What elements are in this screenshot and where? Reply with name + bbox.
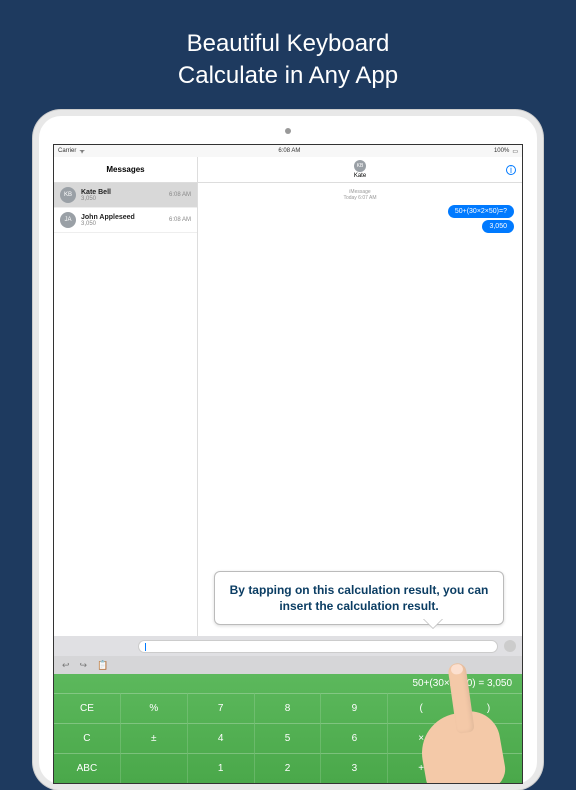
wifi-icon: ᯤ [79,147,84,155]
conversation-item[interactable]: JA John Appleseed3,050 6:08 AM [54,208,197,233]
chat-pane: KB Kate i iMessage Today 6:07 AM 50+(30×… [198,157,522,636]
calc-key-2[interactable]: 2 [255,753,322,783]
avatar: JA [60,212,76,228]
chat-header-name: Kate [354,173,366,179]
chat-body[interactable]: iMessage Today 6:07 AM 50+(30×2×50)=? 3,0… [198,183,522,636]
info-icon[interactable]: i [506,165,516,175]
conv-time: 6:08 AM [169,192,191,198]
promo-line1: Beautiful Keyboard [0,28,576,60]
calc-key-6[interactable]: 6 [321,723,388,753]
conv-preview: 3,050 [81,196,164,202]
calc-key-3[interactable]: 3 [321,753,388,783]
conv-preview: 3,050 [81,221,164,227]
battery-pct: 100% [494,148,509,154]
message-bubble[interactable]: 50+(30×2×50)=? [448,205,514,218]
tooltip-callout: By tapping on this calculation result, y… [214,571,504,625]
clock: 6:08 AM [278,148,300,154]
conversation-item[interactable]: KB Kate Bell3,050 6:08 AM [54,183,197,208]
message-bubble[interactable]: 3,050 [482,220,514,233]
camera-dot [285,128,291,134]
mic-icon[interactable] [504,640,516,652]
clipboard-icon[interactable]: 📋 [97,660,108,671]
screen: Carrier ᯤ 6:08 AM 100% ▭ Messages KBKate… [53,144,523,784]
conversations-sidebar: Messages KBKate Bell3,0506:08 AMJAJohn A… [54,157,198,636]
calc-key-CE[interactable]: CE [54,693,121,723]
calc-key-1[interactable]: 1 [188,753,255,783]
chat-header-avatar[interactable]: KB [354,160,366,172]
avatar: KB [60,187,76,203]
calc-key-8[interactable]: 8 [255,693,322,723]
calc-key-±[interactable]: ± [121,723,188,753]
ipad-bezel: Carrier ᯤ 6:08 AM 100% ▭ Messages KBKate… [39,116,537,784]
calc-key-5[interactable]: 5 [255,723,322,753]
status-bar: Carrier ᯤ 6:08 AM 100% ▭ [54,145,522,157]
hand-illustration [412,663,502,784]
calc-key-C[interactable]: C [54,723,121,753]
carrier-label: Carrier [58,148,76,154]
calc-key-%[interactable]: % [121,693,188,723]
chat-meta: iMessage Today 6:07 AM [206,189,514,201]
message-input[interactable] [138,640,498,653]
ipad-frame: Carrier ᯤ 6:08 AM 100% ▭ Messages KBKate… [33,110,543,790]
conv-time: 6:08 AM [169,217,191,223]
conv-name: John Appleseed [81,214,164,221]
conv-name: Kate Bell [81,189,164,196]
calc-key-7[interactable]: 7 [188,693,255,723]
calc-key-9[interactable]: 9 [321,693,388,723]
redo-icon[interactable]: ↪ [80,660,88,671]
calc-key-4[interactable]: 4 [188,723,255,753]
promo-title: Beautiful Keyboard Calculate in Any App [0,0,576,113]
promo-line2: Calculate in Any App [0,60,576,92]
chat-header: KB Kate i [198,157,522,183]
battery-icon: ▭ [512,148,518,155]
compose-bar [54,636,522,656]
calc-key-blank [121,753,188,783]
sidebar-title: Messages [54,157,197,183]
calc-key-ABC[interactable]: ABC [54,753,121,783]
undo-icon[interactable]: ↩ [62,660,70,671]
